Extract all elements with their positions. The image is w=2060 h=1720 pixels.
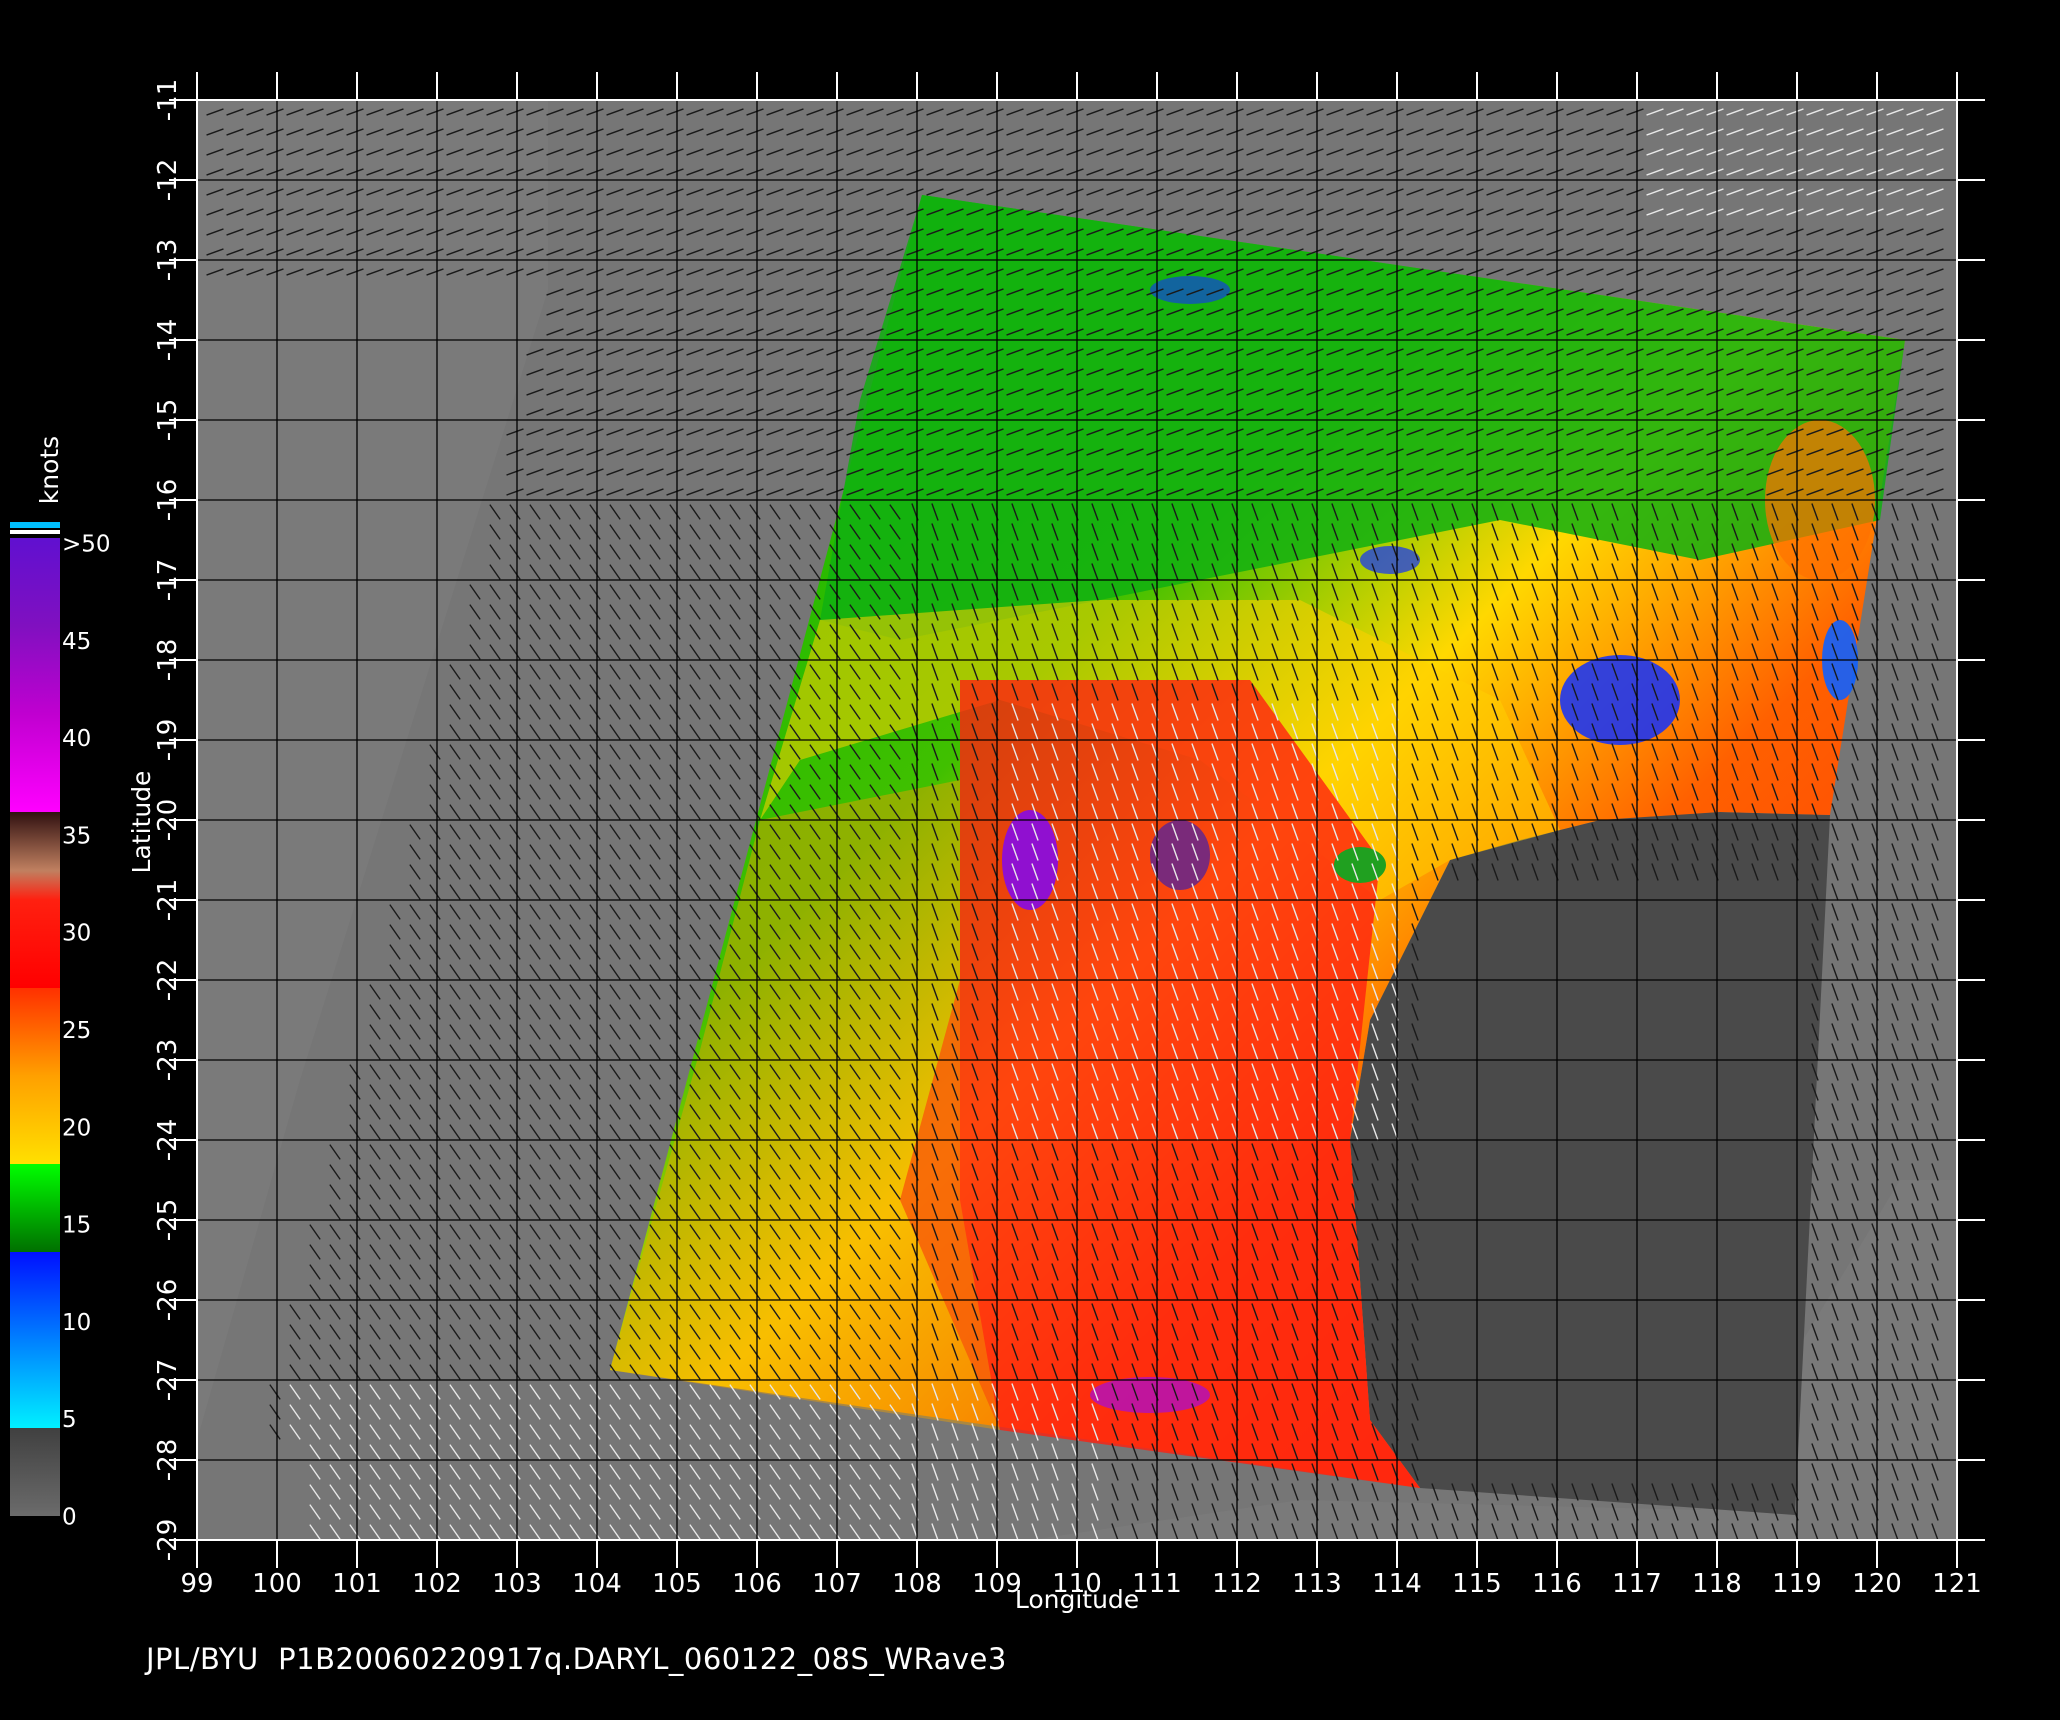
high-wind-core-west: [1002, 810, 1058, 910]
land-mass: [1350, 812, 1830, 1515]
high-wind-core-east: [1150, 820, 1210, 890]
wind-map: 99 100 101 102 103 104 105 106 107 108 109 110 111 11…: [10, 72, 1985, 1614]
